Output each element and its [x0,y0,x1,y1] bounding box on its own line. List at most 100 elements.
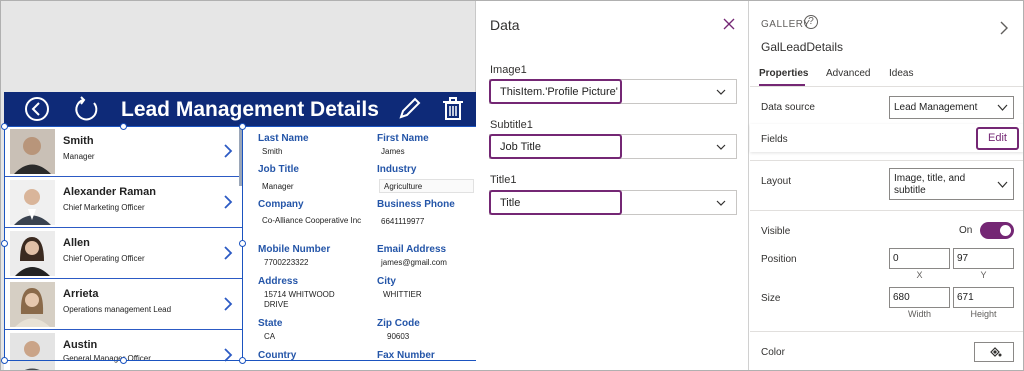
resize-handle[interactable] [239,240,246,247]
lead-gallery[interactable]: Smith Manager Alexander Raman Chief Mark… [4,126,243,371]
refresh-icon[interactable] [74,96,100,122]
fax-number-label: Fax Number [377,350,435,361]
trash-icon[interactable] [440,96,466,122]
layout-label: Layout [761,176,792,187]
close-icon[interactable] [723,18,735,30]
industry-value[interactable]: Agriculture [379,179,474,193]
mobile-number-label: Mobile Number [258,244,331,255]
company-label: Company [258,199,304,210]
chevron-right-icon[interactable] [999,21,1008,35]
last-name-value: Smith [262,147,283,156]
address-value: 15714 WHITWOOD DRIVE [264,290,335,309]
height-input[interactable]: 671 [953,287,1014,308]
chevron-down-icon [716,144,726,150]
title-field-value: Title [500,197,521,209]
chevron-right-icon[interactable] [222,296,234,312]
back-icon[interactable] [24,96,50,122]
profile-picture [10,282,55,327]
chevron-down-icon [716,89,726,95]
tab-ideas[interactable]: Ideas [889,68,913,79]
subtitle-field-value: Job Title [500,141,541,153]
first-name-label: First Name [377,133,429,144]
visible-toggle[interactable] [980,222,1014,239]
lead-details-form: Last Name Smith First Name James Job Tit… [246,126,476,371]
resize-handle[interactable] [239,123,246,130]
data-panel-title: Data [490,17,520,33]
edit-fields-link[interactable]: Edit [976,127,1019,150]
resize-handle[interactable] [239,357,246,364]
gallery-title: Austin [63,339,98,351]
subtitle-field-dropdown[interactable]: Job Title [489,134,737,159]
gallery-scrollbar[interactable] [239,126,243,186]
position-x-input[interactable]: 0 [889,248,950,269]
industry-label: Industry [377,164,417,175]
mobile-number-value: 7700223322 [264,258,309,267]
data-panel: Data Image1 ThisItem.'Profile Picture' S… [477,0,749,371]
address-label: Address [258,276,299,287]
profile-picture [10,180,55,225]
state-label: State [258,318,283,329]
title-field-label: Title1 [490,174,517,186]
tab-properties[interactable]: Properties [759,68,808,79]
gallery-row[interactable]: Arrieta Operations management Lead [4,279,242,330]
image-field-label: Image1 [490,64,527,76]
edit-pencil-icon[interactable] [396,96,422,122]
tab-advanced[interactable]: Advanced [826,68,870,79]
chevron-right-icon[interactable] [222,347,234,363]
color-picker-button[interactable] [974,342,1014,362]
visible-state-text: On [959,225,973,236]
job-title-value: Manager [262,182,294,191]
chevron-down-icon [716,200,726,206]
chevron-down-icon [997,104,1008,111]
size-label: Size [761,293,781,304]
business-phone-label: Business Phone [377,199,455,210]
email-label: Email Address [377,244,447,255]
chevron-right-icon[interactable] [222,245,234,261]
resize-handle[interactable] [120,357,127,364]
resize-handle[interactable] [1,123,8,130]
layout-dropdown[interactable]: Image, title, and subtitle [889,168,1014,200]
state-value: CA [264,332,276,341]
gallery-row[interactable]: Austin General Manager Officer [4,330,242,371]
chevron-right-icon[interactable] [222,143,234,159]
image-field-dropdown[interactable]: ThisItem.'Profile Picture' [489,79,737,104]
zip-code-value: 90603 [387,332,410,341]
city-label: City [377,276,396,287]
divider [750,160,1024,161]
control-name[interactable]: GalLeadDetails [761,40,843,54]
chevron-down-icon [997,181,1008,188]
gallery-subtitle: Manager [63,152,95,161]
position-y-input[interactable]: 97 [953,248,1014,269]
country-label: Country [258,350,297,361]
gallery-title: Arrieta [63,288,99,300]
resize-handle[interactable] [120,123,127,130]
gallery-subtitle: Chief Marketing Officer [63,203,145,212]
canvas-area: Lead Management Details Smith Manager Al… [0,0,476,371]
image-field-value: ThisItem.'Profile Picture' [500,86,618,98]
divider [750,86,1024,87]
title-field-dropdown[interactable]: Title [489,190,737,215]
app-title: Lead Management Details [121,98,379,121]
help-icon[interactable]: ? [804,15,818,29]
toggle-knob [1000,225,1011,236]
chevron-right-icon[interactable] [222,194,234,210]
gallery-row[interactable]: Alexander Raman Chief Marketing Officer [4,177,242,228]
fields-label: Fields [761,134,788,145]
gallery-subtitle: Chief Operating Officer [63,254,145,263]
app-screen: Lead Management Details Smith Manager Al… [4,92,476,371]
divider [750,331,1024,332]
resize-handle[interactable] [1,357,8,364]
resize-handle[interactable] [1,240,8,247]
company-value: Co-Alliance Cooperative Inc [262,216,362,225]
last-name-label: Last Name [258,133,309,144]
width-input[interactable]: 680 [889,287,950,308]
data-source-dropdown[interactable]: Lead Management [889,96,1014,119]
x-caption: X [916,270,923,280]
gallery-row[interactable]: Allen Chief Operating Officer [4,228,242,279]
gallery-title: Alexander Raman [63,186,156,198]
height-caption: Height [970,309,997,319]
gallery-row[interactable]: Smith Manager [4,126,242,177]
city-value: WHITTIER [383,290,422,299]
business-phone-value: 6641119977 [381,217,425,226]
gallery-title: Allen [63,237,90,249]
